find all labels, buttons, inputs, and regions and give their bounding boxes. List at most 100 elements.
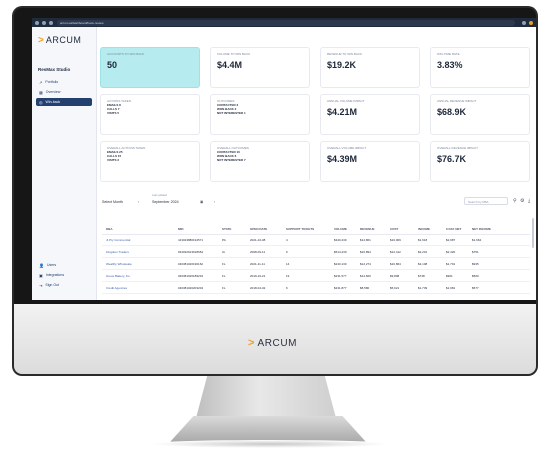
table-cell: $240,130 bbox=[334, 262, 347, 266]
column-header[interactable]: MID bbox=[178, 227, 222, 231]
table-cell: 040381020203204 bbox=[178, 286, 204, 290]
brand-name: ARCUM bbox=[45, 35, 82, 45]
reload-icon[interactable] bbox=[49, 20, 53, 25]
column-header[interactable]: INCOME bbox=[418, 227, 446, 231]
kpi-line: VISITS 5 bbox=[107, 111, 120, 116]
chevron-right-icon[interactable]: › bbox=[214, 200, 215, 204]
table-cell: FL bbox=[222, 286, 226, 290]
kpi-card-annual-revenue[interactable]: Annual revenue impact $68.9K bbox=[430, 94, 530, 135]
filter-icon[interactable]: ⚲ bbox=[513, 198, 517, 204]
sidebar-item-label: Win-back bbox=[45, 100, 61, 104]
back-icon[interactable] bbox=[35, 20, 39, 25]
table-cell: $1,739 bbox=[418, 286, 428, 290]
kpi-value: $4.21M bbox=[327, 107, 358, 117]
sidebar-item-users[interactable]: 👤 Users bbox=[36, 261, 92, 269]
trend-icon: ↗ bbox=[39, 79, 43, 85]
table-header: DBA MID STATE OPEN DATE SUPPORT TICKETS … bbox=[102, 224, 530, 235]
table-cell: 6 bbox=[286, 250, 288, 254]
sidebar-item-portfolio[interactable]: ↗ Portfolio bbox=[36, 78, 92, 86]
dba-cell[interactable]: Grove Bakery, Inc. bbox=[102, 274, 178, 278]
table-row[interactable]: Jt Pty Commercial 413023880194571 PA 2021-1… bbox=[102, 235, 530, 246]
kpi-title: Annual revenue impact bbox=[437, 99, 477, 103]
table-cell: 413023880194571 bbox=[178, 238, 204, 242]
table-row[interactable]: Wealthy Wholesale 040381020190162 FL 2021-1… bbox=[102, 259, 530, 270]
table-row[interactable]: Grove Bakery, Inc. 040381020189234 FL 2019-… bbox=[102, 271, 530, 282]
table-cell: $10,009 bbox=[390, 238, 401, 242]
kpi-title: Overall revenue impact bbox=[437, 146, 479, 150]
table-scrollbar[interactable] bbox=[532, 218, 534, 248]
column-header[interactable]: DBA bbox=[102, 227, 178, 231]
kpi-title: Volume to win back bbox=[217, 52, 251, 56]
table-cell: $16,894 bbox=[360, 250, 371, 254]
table-cell: $1,981 bbox=[446, 286, 456, 290]
app-screen: arcum.ai/dashboard/book-review > ARCUM R… bbox=[32, 18, 536, 300]
address-bar[interactable]: arcum.ai/dashboard/book-review bbox=[57, 19, 515, 26]
sidebar-item-win-back[interactable]: ◎ Win-back bbox=[36, 98, 92, 106]
select-month-label[interactable]: Select Month bbox=[102, 200, 123, 204]
table-cell: $340,239 bbox=[334, 238, 347, 242]
profile-icon[interactable] bbox=[529, 20, 533, 25]
kpi-card-overall-revenue[interactable]: Overall revenue impact $76.7K bbox=[430, 141, 530, 182]
sidebar-item-overview[interactable]: ▦ Overview bbox=[36, 88, 92, 96]
dba-cell[interactable]: Kingdom Traders bbox=[102, 250, 178, 254]
sidebar-item-label: Integrations bbox=[45, 273, 65, 277]
sidebar-item-label: Users bbox=[46, 263, 57, 267]
dba-cell[interactable]: Credit Agencies bbox=[102, 286, 178, 290]
column-header[interactable]: REVENUE bbox=[360, 227, 390, 231]
kpi-card-accounts[interactable]: Accounts to win back 50 bbox=[100, 47, 200, 88]
kpi-card-overall-outcomes[interactable]: Overall outcomes CONTACTED 10 WON BACK 6… bbox=[210, 141, 310, 182]
brand-name: ARCUM bbox=[257, 337, 298, 349]
table-cell: 19 bbox=[286, 274, 290, 278]
table-cell: $12,274 bbox=[360, 262, 371, 266]
column-header[interactable]: COST bbox=[390, 227, 418, 231]
kpi-card-revenue[interactable]: Revenue to win back $19.2K bbox=[320, 47, 420, 88]
dba-cell[interactable]: Jt Pty Commercial bbox=[102, 238, 178, 242]
extension-icon[interactable] bbox=[522, 20, 526, 25]
kpi-card-annual-volume[interactable]: Annual volume impact $4.21M bbox=[320, 94, 420, 135]
sidebar-item-label: Overview bbox=[45, 90, 61, 94]
table-cell: $577 bbox=[472, 286, 479, 290]
month-caption: Last updated bbox=[152, 194, 167, 197]
table-cell: 14 bbox=[286, 262, 290, 266]
calendar-icon[interactable]: ▣ bbox=[200, 200, 203, 204]
kpi-title: Revenue to win back bbox=[327, 52, 363, 56]
dba-cell[interactable]: Wealthy Wholesale bbox=[102, 262, 178, 266]
table-row[interactable]: Kingdom Traders 934032913618654 IA 2008-09-… bbox=[102, 247, 530, 258]
brand-logo[interactable]: > ARCUM bbox=[38, 33, 81, 47]
search-input[interactable]: Search by DBA bbox=[464, 197, 508, 205]
table-cell: 2019-10-21 bbox=[250, 274, 266, 278]
download-icon[interactable]: ⤓ bbox=[528, 198, 530, 204]
table-cell: $1,791 bbox=[446, 262, 456, 266]
table-cell: PA bbox=[222, 238, 226, 242]
kpi-card-overall-volume[interactable]: Overall volume impact $4.39M bbox=[320, 141, 420, 182]
sidebar-item-sign-out[interactable]: ⇥ Sign Out bbox=[36, 281, 92, 289]
users-icon: 👤 bbox=[39, 262, 44, 268]
sidebar: > ARCUM ResMax Studio ↗ Portfolio ▦ Over… bbox=[32, 27, 97, 300]
column-header[interactable]: 6 DAY NET bbox=[446, 227, 472, 231]
table-cell: 934032913618654 bbox=[178, 250, 204, 254]
table-row[interactable]: Credit Agencies 040381020203204 FL 2018-04-… bbox=[102, 283, 530, 294]
kpi-card-outcomes[interactable]: Outcomes CONTACTED 3 WON BACK 2 NOT INTE… bbox=[210, 94, 310, 135]
kpi-title: Win-time rate bbox=[437, 52, 460, 56]
chevron-left-icon[interactable]: ‹ bbox=[138, 200, 139, 204]
table-cell: FL bbox=[222, 262, 226, 266]
table-cell: $2,108 bbox=[418, 262, 428, 266]
column-header[interactable]: SUPPORT TICKETS bbox=[286, 227, 334, 231]
kpi-card-overall-actions[interactable]: Overall actions taken EMAILS 25 CALLS 15… bbox=[100, 141, 200, 182]
kpi-value: $4.4M bbox=[217, 60, 243, 70]
table-cell: IA bbox=[222, 250, 225, 254]
forward-icon[interactable] bbox=[42, 20, 46, 25]
kpi-card-volume[interactable]: Volume to win back $4.4M bbox=[210, 47, 310, 88]
monitor-shadow bbox=[150, 440, 390, 448]
column-header[interactable]: VOLUME bbox=[334, 227, 360, 231]
table-cell: $5,621 bbox=[390, 286, 400, 290]
table-cell: $14,861 bbox=[360, 238, 371, 242]
sidebar-item-integrations[interactable]: ▣ Integrations bbox=[36, 271, 92, 279]
column-header[interactable]: STATE bbox=[222, 227, 250, 231]
settings-icon[interactable]: ⚙ bbox=[520, 198, 524, 204]
kpi-card-win-rate[interactable]: Win-time rate 3.83% bbox=[430, 47, 530, 88]
kpi-card-actions[interactable]: Actions taken EMAILS 8 CALLS 7 VISITS 5 bbox=[100, 94, 200, 135]
column-header[interactable]: NET INCOME bbox=[472, 227, 500, 231]
month-select[interactable]: September 2024 bbox=[152, 200, 179, 204]
column-header[interactable]: OPEN DATE bbox=[250, 227, 286, 231]
